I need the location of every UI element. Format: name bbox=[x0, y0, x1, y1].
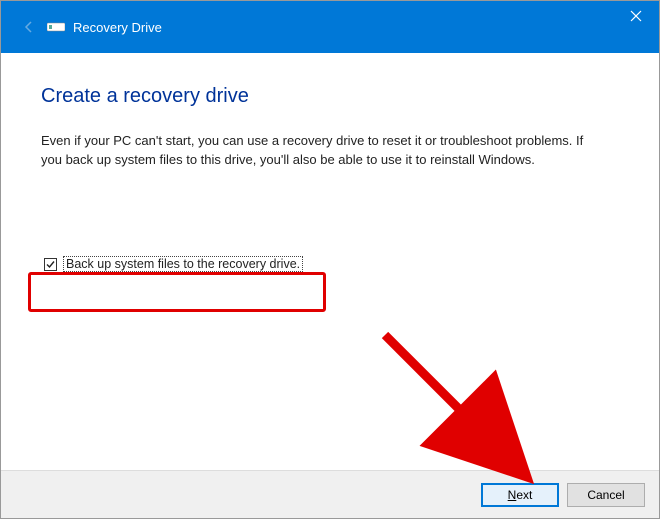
window-title: Recovery Drive bbox=[73, 20, 162, 35]
close-button[interactable] bbox=[613, 1, 659, 31]
back-arrow-icon bbox=[19, 17, 39, 37]
next-button-label: Next bbox=[508, 488, 533, 502]
page-title: Create a recovery drive bbox=[41, 85, 619, 108]
backup-checkbox-row[interactable]: Back up system files to the recovery dri… bbox=[41, 253, 309, 275]
cancel-button-label: Cancel bbox=[587, 488, 624, 502]
close-icon bbox=[630, 10, 642, 22]
content-area: Create a recovery drive Even if your PC … bbox=[1, 53, 659, 470]
checkmark-icon bbox=[45, 259, 56, 270]
backup-checkbox[interactable] bbox=[44, 258, 57, 271]
page-description: Even if your PC can't start, you can use… bbox=[41, 132, 601, 170]
next-button[interactable]: Next bbox=[481, 483, 559, 507]
recovery-drive-wizard: Recovery Drive Create a recovery drive E… bbox=[0, 0, 660, 519]
drive-icon bbox=[47, 20, 65, 34]
backup-checkbox-label[interactable]: Back up system files to the recovery dri… bbox=[63, 256, 303, 272]
footer-bar: Next Cancel bbox=[1, 470, 659, 518]
titlebar: Recovery Drive bbox=[1, 1, 659, 53]
cancel-button[interactable]: Cancel bbox=[567, 483, 645, 507]
